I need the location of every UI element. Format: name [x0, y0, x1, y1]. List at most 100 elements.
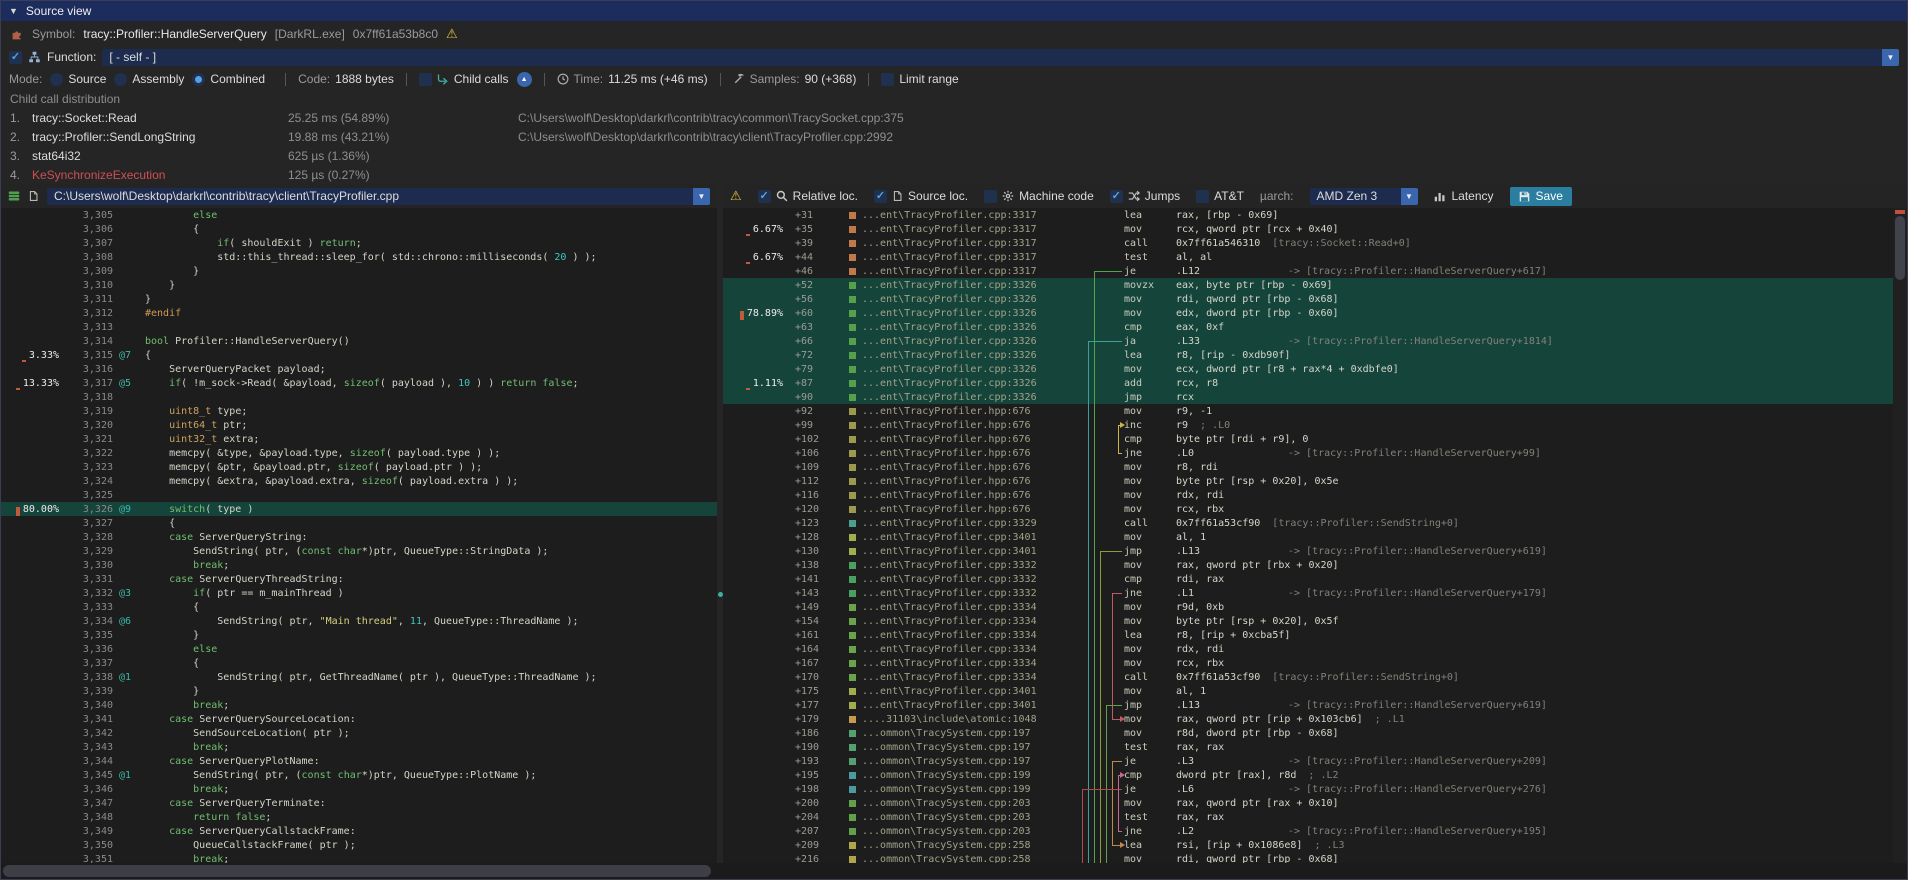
asm-row[interactable]: +149...ent\TracyProfiler.cpp:3334movr9d,… [723, 600, 1893, 614]
asm-row[interactable]: +179....31103\include\atomic:1048movrax,… [723, 712, 1893, 726]
mode-radio-source[interactable]: Source [50, 72, 106, 86]
source-line[interactable]: 3,312#endif [1, 306, 717, 320]
asm-row[interactable]: +130...ent\TracyProfiler.cpp:3401jmp.L13… [723, 544, 1893, 558]
asm-row[interactable]: +143...ent\TracyProfiler.cpp:3332jne.L1-… [723, 586, 1893, 600]
function-combo[interactable]: [ - self - ] ▼ [102, 49, 1899, 66]
source-line[interactable]: 3,346break; [1, 782, 717, 796]
source-line[interactable]: 3,322memcpy( &type, &payload.type, sizeo… [1, 446, 717, 460]
source-line[interactable]: 3,310} [1, 278, 717, 292]
asm-row[interactable]: +120...ent\TracyProfiler.hpp:676movrcx, … [723, 502, 1893, 516]
asm-row[interactable]: +200...ommon\TracySystem.cpp:203movrax, … [723, 796, 1893, 810]
source-line[interactable]: 3,318 [1, 390, 717, 404]
asm-row[interactable]: +72...ent\TracyProfiler.cpp:3326lear8, [… [723, 348, 1893, 362]
source-line[interactable]: 3,341case ServerQuerySourceLocation: [1, 712, 717, 726]
asm-row[interactable]: 1.11%+87...ent\TracyProfiler.cpp:3326add… [723, 376, 1893, 390]
chevron-down-icon[interactable]: ▼ [693, 188, 710, 205]
source-line[interactable]: 3,323memcpy( &ptr, &payload.ptr, sizeof(… [1, 460, 717, 474]
asm-row[interactable]: +79...ent\TracyProfiler.cpp:3326movecx, … [723, 362, 1893, 376]
asm-row[interactable]: +209...ommon\TracySystem.cpp:258learsi, … [723, 838, 1893, 852]
source-line[interactable]: 3,350QueueCallstackFrame( ptr ); [1, 838, 717, 852]
source-line[interactable]: 3,338@1SendString( ptr, GetThreadName( p… [1, 670, 717, 684]
toggle-relative-loc[interactable]: ✓Relative loc. [758, 189, 858, 203]
vertical-scrollbar[interactable] [1893, 208, 1907, 863]
asm-row[interactable]: +207...ommon\TracySystem.cpp:203jne.L2->… [723, 824, 1893, 838]
asm-row[interactable]: +106...ent\TracyProfiler.hpp:676jne.L0->… [723, 446, 1893, 460]
uarch-combo[interactable]: AMD Zen 3 ▼ [1310, 188, 1418, 205]
horizontal-scrollbar[interactable] [1, 863, 1907, 879]
file-combo[interactable]: C:\Users\wolf\Desktop\darkrl\contrib\tra… [47, 188, 710, 205]
asm-row[interactable]: +204...ommon\TracySystem.cpp:203testrax,… [723, 810, 1893, 824]
child-call-item[interactable]: 1.tracy::Socket::Read25.25 ms (54.89%)C:… [1, 108, 1907, 127]
asm-row[interactable]: 6.67%+35...ent\TracyProfiler.cpp:3317mov… [723, 222, 1893, 236]
toggle-jumps[interactable]: ✓Jumps [1110, 189, 1180, 203]
source-line[interactable]: 3,324memcpy( &extra, &payload.extra, siz… [1, 474, 717, 488]
source-line[interactable]: 3,343break; [1, 740, 717, 754]
child-call-item[interactable]: 3.stat64i32625 µs (1.36%) [1, 146, 1907, 165]
source-line[interactable]: 3,305else [1, 208, 717, 222]
source-line[interactable]: 3,319uint8_t type; [1, 404, 717, 418]
toggle-source-loc[interactable]: ✓Source loc. [874, 189, 968, 203]
source-line[interactable]: 3,329SendString( ptr, (const char*)ptr, … [1, 544, 717, 558]
source-line[interactable]: 80.00%3,326@9switch( type ) [1, 502, 717, 516]
source-line[interactable]: 3,308std::this_thread::sleep_for( std::c… [1, 250, 717, 264]
asm-row[interactable]: +90...ent\TracyProfiler.cpp:3326jmprcx [723, 390, 1893, 404]
chevron-down-icon[interactable]: ▼ [1882, 49, 1899, 66]
asm-row[interactable]: +141...ent\TracyProfiler.cpp:3332cmprdi,… [723, 572, 1893, 586]
collapse-child-calls-button[interactable]: ▲ [517, 72, 532, 87]
asm-row[interactable]: +39...ent\TracyProfiler.cpp:3317call0x7f… [723, 236, 1893, 250]
asm-row[interactable]: +31...ent\TracyProfiler.cpp:3317learax, … [723, 208, 1893, 222]
limit-range-checkbox[interactable]: ✓ [881, 73, 894, 86]
asm-row[interactable]: +52...ent\TracyProfiler.cpp:3326movzxeax… [723, 278, 1893, 292]
limit-range-toggle[interactable]: ✓ Limit range [881, 72, 958, 86]
source-line[interactable]: 3,334@6SendString( ptr, "Main thread", 1… [1, 614, 717, 628]
source-line[interactable]: 3,340break; [1, 698, 717, 712]
source-line[interactable]: 3,336else [1, 642, 717, 656]
asm-row[interactable]: +193...ommon\TracySystem.cpp:197je.L3-> … [723, 754, 1893, 768]
source-line[interactable]: 3,313 [1, 320, 717, 334]
child-call-item[interactable]: 2.tracy::Profiler::SendLongString19.88 m… [1, 127, 1907, 146]
asm-row[interactable]: +175...ent\TracyProfiler.cpp:3401moval, … [723, 684, 1893, 698]
latency-button[interactable]: Latency [1434, 189, 1494, 203]
source-line[interactable]: 3,325 [1, 488, 717, 502]
source-line[interactable]: 3,344case ServerQueryPlotName: [1, 754, 717, 768]
toggle-at-t[interactable]: ✓AT&T [1196, 189, 1244, 203]
asm-row[interactable]: +123...ent\TracyProfiler.cpp:3329call0x7… [723, 516, 1893, 530]
source-line[interactable]: 3,342SendSourceLocation( ptr ); [1, 726, 717, 740]
save-button[interactable]: Save [1510, 187, 1572, 206]
asm-row[interactable]: +164...ent\TracyProfiler.cpp:3334movrdx,… [723, 642, 1893, 656]
asm-row[interactable]: +99...ent\TracyProfiler.hpp:676incr9; .L… [723, 418, 1893, 432]
source-line[interactable]: 3,351break; [1, 852, 717, 863]
asm-row[interactable]: +170...ent\TracyProfiler.cpp:3334call0x7… [723, 670, 1893, 684]
chevron-down-icon[interactable]: ▼ [1401, 188, 1418, 205]
asm-row[interactable]: +116...ent\TracyProfiler.hpp:676movrdx, … [723, 488, 1893, 502]
source-line[interactable]: 3,320uint64_t ptr; [1, 418, 717, 432]
asm-row[interactable]: +63...ent\TracyProfiler.cpp:3326cmpeax, … [723, 320, 1893, 334]
asm-row[interactable]: +112...ent\TracyProfiler.hpp:676movbyte … [723, 474, 1893, 488]
source-line[interactable]: 3,347case ServerQueryTerminate: [1, 796, 717, 810]
asm-row[interactable]: +167...ent\TracyProfiler.cpp:3334movrcx,… [723, 656, 1893, 670]
child-calls-toggle[interactable]: ✓ Child calls [419, 72, 509, 86]
asm-row[interactable]: +56...ent\TracyProfiler.cpp:3326movrdi, … [723, 292, 1893, 306]
asm-row[interactable]: +92...ent\TracyProfiler.hpp:676movr9, -1 [723, 404, 1893, 418]
source-line[interactable]: 3,309} [1, 264, 717, 278]
source-line[interactable]: 3,327{ [1, 516, 717, 530]
asm-row[interactable]: +216...ommon\TracySystem.cpp:258movrdi, … [723, 852, 1893, 863]
asm-row[interactable]: +109...ent\TracyProfiler.hpp:676movr8, r… [723, 460, 1893, 474]
source-line[interactable]: 3,311} [1, 292, 717, 306]
source-line[interactable]: 3,307if( shouldExit ) return; [1, 236, 717, 250]
asm-row[interactable]: +161...ent\TracyProfiler.cpp:3334lear8, … [723, 628, 1893, 642]
asm-row[interactable]: +138...ent\TracyProfiler.cpp:3332movrax,… [723, 558, 1893, 572]
source-line[interactable]: 3,332@3if( ptr == m_mainThread ) [1, 586, 717, 600]
toggle-machine-code[interactable]: ✓Machine code [984, 189, 1094, 203]
scrollbar-thumb[interactable] [1895, 216, 1905, 280]
source-line[interactable]: 3,339} [1, 684, 717, 698]
source-line[interactable]: 3,331case ServerQueryThreadString: [1, 572, 717, 586]
source-line[interactable]: 3,314bool Profiler::HandleServerQuery() [1, 334, 717, 348]
source-line[interactable]: 3,345@1SendString( ptr, (const char*)ptr… [1, 768, 717, 782]
collapse-arrow-icon[interactable]: ▼ [9, 6, 18, 16]
mode-radio-assembly[interactable]: Assembly [114, 72, 184, 86]
asm-row[interactable]: +198...ommon\TracySystem.cpp:199je.L6-> … [723, 782, 1893, 796]
asm-row[interactable]: +154...ent\TracyProfiler.cpp:3334movbyte… [723, 614, 1893, 628]
asm-row[interactable]: 6.67%+44...ent\TracyProfiler.cpp:3317tes… [723, 250, 1893, 264]
source-line[interactable]: 3,330break; [1, 558, 717, 572]
